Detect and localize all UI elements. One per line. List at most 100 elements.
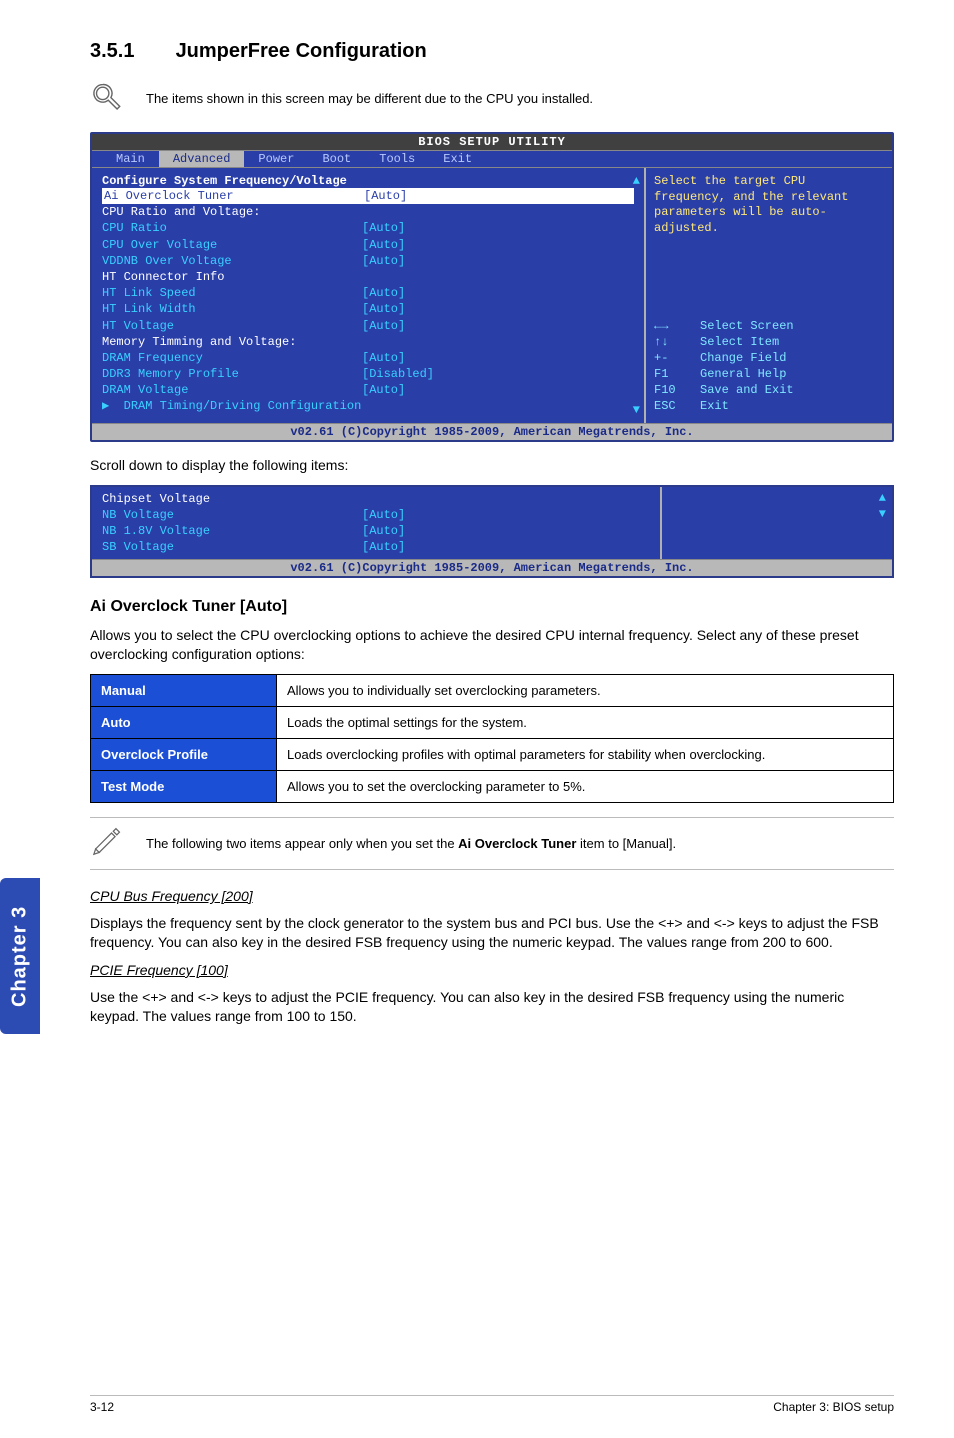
footer-page-number: 3-12 <box>90 1400 114 1414</box>
pencil-icon <box>90 826 126 861</box>
footer-chapter: Chapter 3: BIOS setup <box>773 1400 894 1414</box>
table-row: ManualAllows you to individually set ove… <box>91 675 894 707</box>
bios-row: CPU Ratio and Voltage: <box>102 204 634 220</box>
bios-row-value: [Auto] <box>362 350 405 366</box>
bios-row-label: Ai Overclock Tuner <box>104 188 364 204</box>
bios-row[interactable]: Ai Overclock Tuner[Auto] <box>102 188 634 204</box>
option-name: Test Mode <box>91 771 277 803</box>
bios-side-help-text: Select the target CPU frequency, and the… <box>654 174 884 236</box>
help-text: Save and Exit <box>700 382 794 398</box>
help-text: General Help <box>700 366 786 382</box>
bios-row-value: [Auto] <box>364 188 407 204</box>
bios-row-value: [Disabled] <box>362 366 434 382</box>
table-row: Overclock ProfileLoads overclocking prof… <box>91 739 894 771</box>
bios-row: SB Voltage[Auto] <box>102 539 650 555</box>
pencil-note-row: The following two items appear only when… <box>90 817 894 870</box>
option-desc: Allows you to individually set overclock… <box>277 675 894 707</box>
cpu-bus-body: Displays the frequency sent by the clock… <box>90 914 894 952</box>
bios-row: ▶ DRAM Timing/Driving Configuration <box>102 398 634 414</box>
bios-tab[interactable]: Main <box>102 151 159 167</box>
page-footer: 3-12 Chapter 3: BIOS setup <box>90 1395 894 1414</box>
help-row: ESCExit <box>654 398 884 414</box>
help-key: ↑↓ <box>654 334 700 350</box>
option-name: Manual <box>91 675 277 707</box>
bios-row: CPU Ratio[Auto] <box>102 220 634 236</box>
help-key: ←→ <box>654 318 700 334</box>
option-desc: Allows you to set the overclocking param… <box>277 771 894 803</box>
bios-row-label: ▶ DRAM Timing/Driving Configuration <box>102 398 362 414</box>
bios-row-label: NB Voltage <box>102 507 362 523</box>
bios-row-label: NB 1.8V Voltage <box>102 523 362 539</box>
pcie-heading: PCIE Frequency [100] <box>90 962 894 978</box>
section-number: 3.5.1 <box>90 40 170 63</box>
bios-tab-row: MainAdvancedPowerBootToolsExit <box>92 151 892 168</box>
bios-row: Chipset Voltage <box>102 491 650 507</box>
options-table: ManualAllows you to individually set ove… <box>90 674 894 803</box>
option-desc: Loads overclocking profiles with optimal… <box>277 739 894 771</box>
note-row: The items shown in this screen may be di… <box>90 81 894 116</box>
note2-bold: Ai Overclock Tuner <box>458 836 576 851</box>
help-text: Select Screen <box>700 318 794 334</box>
pencil-note-text: The following two items appear only when… <box>146 836 676 851</box>
bios-row-label: HT Voltage <box>102 318 362 334</box>
bios-row-value: [Auto] <box>362 253 405 269</box>
ai-tuner-desc: Allows you to select the CPU overclockin… <box>90 626 894 664</box>
help-key: +- <box>654 350 700 366</box>
bios-row: NB 1.8V Voltage[Auto] <box>102 523 650 539</box>
bios-row-label: DDR3 Memory Profile <box>102 366 362 382</box>
bios-row-label: CPU Ratio <box>102 220 362 236</box>
bios-row-value: [Auto] <box>362 285 405 301</box>
bios-row-label: DRAM Voltage <box>102 382 362 398</box>
help-text: Select Item <box>700 334 779 350</box>
bios-row-label: VDDNB Over Voltage <box>102 253 362 269</box>
cpu-bus-heading: CPU Bus Frequency [200] <box>90 888 894 904</box>
bios2-main: Chipset VoltageNB Voltage[Auto]NB 1.8V V… <box>92 487 660 560</box>
bios-tab[interactable]: Advanced <box>159 151 245 167</box>
bios-row-label: HT Link Width <box>102 301 362 317</box>
bios-row-value: [Auto] <box>362 220 405 236</box>
section-title: 3.5.1 JumperFree Configuration <box>90 40 894 63</box>
bios-row: CPU Over Voltage[Auto] <box>102 237 634 253</box>
bios-row-label: DRAM Frequency <box>102 350 362 366</box>
help-row: F10Save and Exit <box>654 382 884 398</box>
ai-tuner-heading: Ai Overclock Tuner [Auto] <box>90 598 894 616</box>
bios-tab[interactable]: Boot <box>308 151 365 167</box>
bios-row-label: SB Voltage <box>102 539 362 555</box>
chapter-side-tab: Chapter 3 <box>0 878 40 1034</box>
help-text: Change Field <box>700 350 786 366</box>
pcie-body: Use the <+> and <-> keys to adjust the P… <box>90 988 894 1026</box>
bios-row-label: CPU Ratio and Voltage: <box>102 204 362 220</box>
bios-row: DDR3 Memory Profile[Disabled] <box>102 366 634 382</box>
section-heading: JumperFree Configuration <box>176 40 427 62</box>
bios-row: HT Link Speed[Auto] <box>102 285 634 301</box>
option-desc: Loads the optimal settings for the syste… <box>277 707 894 739</box>
bios2-side: ▲▼ <box>660 487 892 560</box>
bios-row: HT Link Width[Auto] <box>102 301 634 317</box>
bios-tab[interactable]: Power <box>244 151 308 167</box>
help-row: ↑↓Select Item <box>654 334 884 350</box>
bios-help-keys: ←→Select Screen↑↓Select Item+-Change Fie… <box>654 318 884 415</box>
help-key: F1 <box>654 366 700 382</box>
bios2-footer: v02.61 (C)Copyright 1985-2009, American … <box>92 559 892 576</box>
bios-row: DRAM Frequency[Auto] <box>102 350 634 366</box>
magnifier-icon <box>90 81 126 116</box>
help-row: +-Change Field <box>654 350 884 366</box>
bios-tab[interactable]: Exit <box>429 151 486 167</box>
note2-prefix: The following two items appear only when… <box>146 836 458 851</box>
bios-row-value: [Auto] <box>362 301 405 317</box>
bios-tab[interactable]: Tools <box>365 151 429 167</box>
bios-row-label: CPU Over Voltage <box>102 237 362 253</box>
bios-row-value: [Auto] <box>362 318 405 334</box>
bios-row-label: HT Link Speed <box>102 285 362 301</box>
bios-row: HT Voltage[Auto] <box>102 318 634 334</box>
scroll-indicator-icon: ▲▼ <box>879 491 886 521</box>
option-name: Overclock Profile <box>91 739 277 771</box>
bios-main-panel: Configure System Frequency/Voltage Ai Ov… <box>92 168 644 423</box>
bios-row-value: [Auto] <box>362 382 405 398</box>
note2-suffix: item to [Manual]. <box>576 836 676 851</box>
bios-row-value: [Auto] <box>362 539 405 555</box>
bios-title: BIOS SETUP UTILITY <box>92 134 892 151</box>
bios-row-value: [Auto] <box>362 237 405 253</box>
bios-side-panel: Select the target CPU frequency, and the… <box>644 168 892 423</box>
help-row: F1General Help <box>654 366 884 382</box>
